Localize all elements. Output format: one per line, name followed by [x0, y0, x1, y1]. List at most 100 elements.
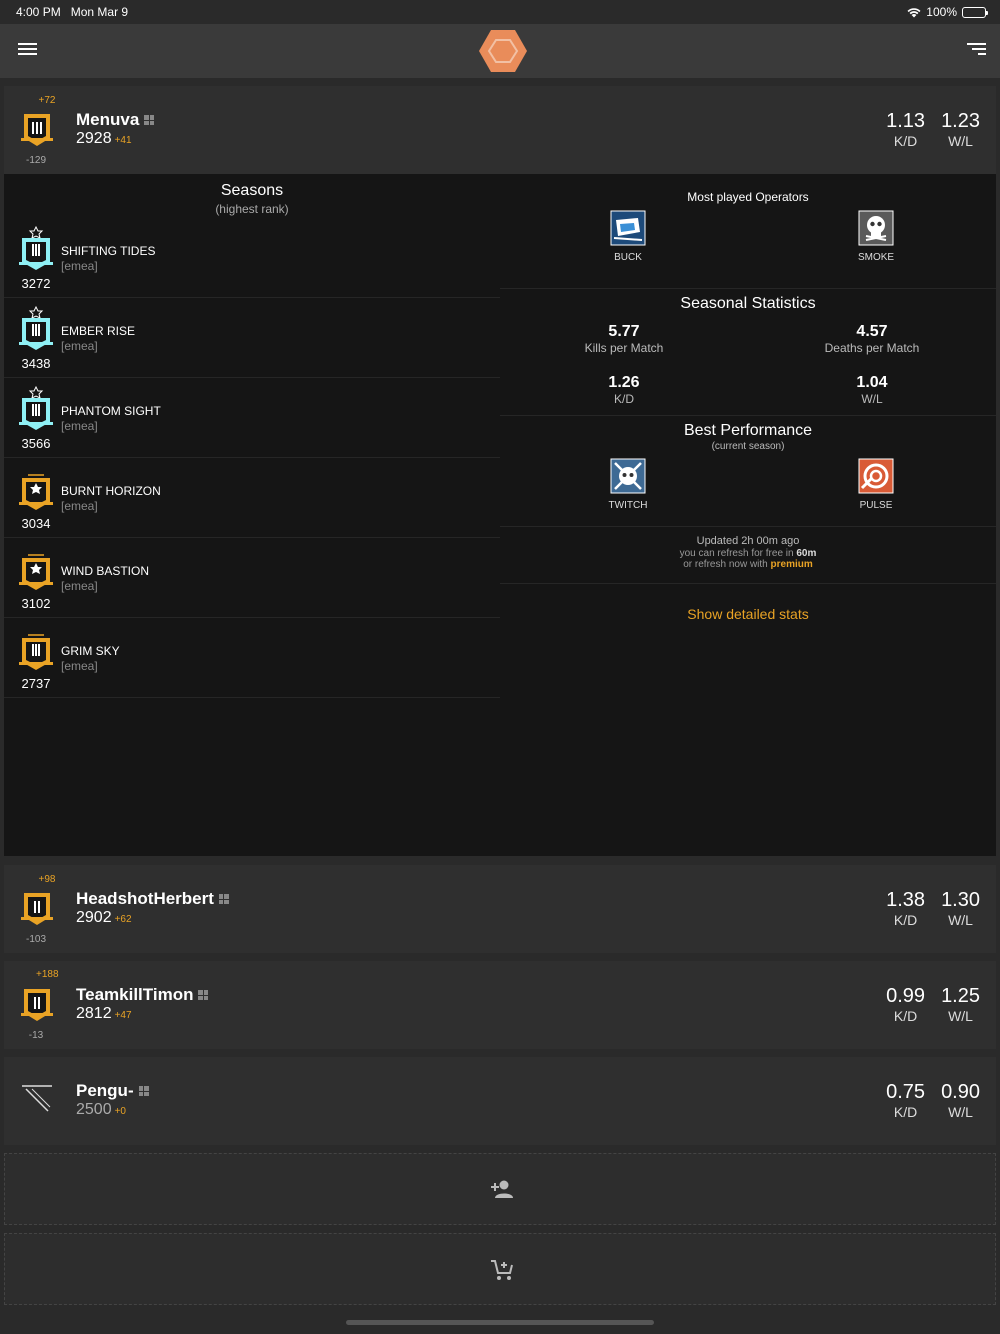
- operator-name: SMOKE: [857, 252, 895, 263]
- mmr-value: 2812: [76, 1005, 112, 1022]
- dpm-value: 4.57: [856, 323, 888, 340]
- windows-platform-icon: [144, 115, 155, 125]
- seasonal-stats-grid: 5.77 Kills per Match 4.57 Deaths per Match…: [500, 313, 996, 415]
- refresh-free-prefix: you can refresh for free in: [679, 548, 797, 559]
- season-mmr: 3102: [21, 596, 51, 611]
- home-indicator: [346, 1320, 654, 1325]
- unranked-icon: [22, 1085, 52, 1112]
- wl-stat: 1.25 W/L: [941, 985, 980, 1025]
- add-player-button[interactable]: [4, 1153, 996, 1225]
- rank-up-points: +188: [36, 969, 59, 980]
- player-stats: 1.38 K/D 1.30 W/L: [886, 889, 980, 929]
- refresh-premium-prefix: or refresh now with: [683, 559, 771, 570]
- kd-value: 1.38: [886, 889, 926, 911]
- gold-rank-badge-icon: [21, 114, 53, 146]
- refresh-free-time: 60m: [796, 548, 817, 559]
- wl-stat: 0.90 W/L: [941, 1081, 980, 1121]
- season-name: WIND BASTION: [61, 564, 150, 578]
- app-logo-icon: [479, 30, 527, 72]
- kd-label: K/D: [893, 133, 918, 149]
- mmr-value: 2928: [76, 130, 112, 147]
- season-region: [emea]: [61, 419, 98, 433]
- diamond-rank-badge-icon: [19, 386, 53, 430]
- wl-label: W/L: [948, 912, 973, 928]
- player-name-text: Pengu-: [76, 1081, 134, 1100]
- player-card-headshotherbert[interactable]: +98 -103 HeadshotHerbert 2902 +62 1.38 K/D…: [4, 865, 996, 953]
- gold-rank-badge-icon: [19, 474, 53, 510]
- hamburger-menu-icon[interactable]: [16, 40, 40, 62]
- seasonal-wl-value: 1.04: [856, 374, 888, 391]
- player-stats: 0.75 K/D 0.90 W/L: [886, 1081, 980, 1121]
- player-name-text: HeadshotHerbert: [76, 889, 214, 908]
- operator-pulse[interactable]: PULSE: [836, 458, 916, 511]
- add-to-cart-button[interactable]: [4, 1233, 996, 1305]
- deaths-per-match: 4.57 Deaths per Match: [772, 323, 972, 355]
- season-mmr: 3566: [21, 436, 51, 451]
- mmr-value: 2902: [76, 909, 112, 926]
- seasonal-wl: 1.04 W/L: [772, 374, 972, 406]
- wl-stat: 1.30 W/L: [941, 889, 980, 929]
- player-card-pengu[interactable]: Pengu- 2500 +0 0.75 K/D 0.90 W/L: [4, 1057, 996, 1145]
- top-nav: [0, 24, 1000, 78]
- status-clock: 4:00 PM: [16, 5, 61, 19]
- mmr-delta: +41: [114, 135, 132, 146]
- windows-platform-icon: [198, 990, 209, 1000]
- sort-filter-icon[interactable]: [962, 40, 986, 62]
- show-detailed-stats-button[interactable]: Show detailed stats: [500, 606, 996, 622]
- season-mmr: 3034: [21, 516, 51, 531]
- player-card-menuva[interactable]: +72 -129 Menuva 2928 +41 1.13 K/D 1.23 W/L: [4, 86, 996, 174]
- season-name: EMBER RISE: [61, 324, 136, 338]
- kpm-value: 5.77: [608, 323, 640, 340]
- season-name: GRIM SKY: [61, 644, 120, 658]
- mmr-delta: +47: [114, 1010, 132, 1021]
- player-stats: 1.13 K/D 1.23 W/L: [886, 110, 980, 150]
- kills-per-match: 5.77 Kills per Match: [524, 323, 724, 355]
- season-mmr: 3438: [21, 356, 51, 371]
- kd-label: K/D: [893, 1008, 918, 1024]
- buck-operator-icon: [610, 210, 646, 246]
- season-region: [emea]: [61, 579, 98, 593]
- wl-label: W/L: [948, 1104, 973, 1120]
- premium-link[interactable]: premium: [771, 559, 813, 570]
- kd-label: K/D: [893, 1104, 918, 1120]
- gold-rank-badge-icon: [19, 554, 53, 590]
- player-name: Pengu-: [76, 1081, 149, 1101]
- twitch-operator-icon: [610, 458, 646, 494]
- player-card-teamkilltimon[interactable]: +188 -13 TeamkillTimon 2812 +47 0.99 K/D 1…: [4, 961, 996, 1049]
- diamond-rank-badge-icon: [19, 306, 53, 350]
- mmr-delta: +62: [114, 914, 132, 925]
- operator-name: TWITCH: [608, 500, 648, 511]
- operator-name: BUCK: [614, 252, 642, 263]
- kd-stat: 1.13 K/D: [886, 110, 925, 150]
- operator-buck[interactable]: BUCK: [588, 210, 668, 263]
- player-detail-panel: Seasons (highest rank) SHIFTING TIDES [em…: [4, 174, 996, 856]
- divider: [500, 583, 996, 584]
- season-region: [emea]: [61, 659, 98, 673]
- status-time: 4:00 PM Mon Mar 9: [16, 5, 128, 19]
- wl-value: 1.30: [941, 889, 980, 911]
- operator-name: PULSE: [859, 500, 893, 511]
- add-person-icon: [491, 1180, 513, 1198]
- player-name: HeadshotHerbert: [76, 889, 229, 909]
- wl-label: W/L: [948, 1008, 973, 1024]
- gold-rank-badge-icon: [19, 634, 53, 670]
- player-stats: 0.99 K/D 1.25 W/L: [886, 985, 980, 1025]
- windows-platform-icon: [138, 1086, 149, 1096]
- operator-smoke[interactable]: SMOKE: [836, 210, 916, 263]
- seasonal-kd-label: K/D: [613, 392, 634, 406]
- battery-percent: 100%: [926, 5, 957, 19]
- season-row: WIND BASTION [emea] 3102: [4, 538, 500, 618]
- seasonal-kd-value: 1.26: [608, 374, 640, 391]
- wl-stat: 1.23 W/L: [941, 110, 980, 150]
- add-to-cart-icon: [491, 1260, 513, 1280]
- seasonal-stats-title: Seasonal Statistics: [680, 295, 816, 312]
- kd-stat: 1.38 K/D: [886, 889, 925, 929]
- season-mmr: 2737: [21, 676, 51, 691]
- refresh-premium-text: or refresh now with premium: [500, 559, 996, 570]
- gold-rank-badge-icon: [21, 989, 53, 1021]
- rank-down-points: -13: [28, 1030, 44, 1041]
- season-row: EMBER RISE [emea] 3438: [4, 298, 500, 378]
- operator-twitch[interactable]: TWITCH: [588, 458, 668, 511]
- season-name: BURNT HORIZON: [61, 484, 161, 498]
- season-mmr: 3272: [21, 276, 51, 291]
